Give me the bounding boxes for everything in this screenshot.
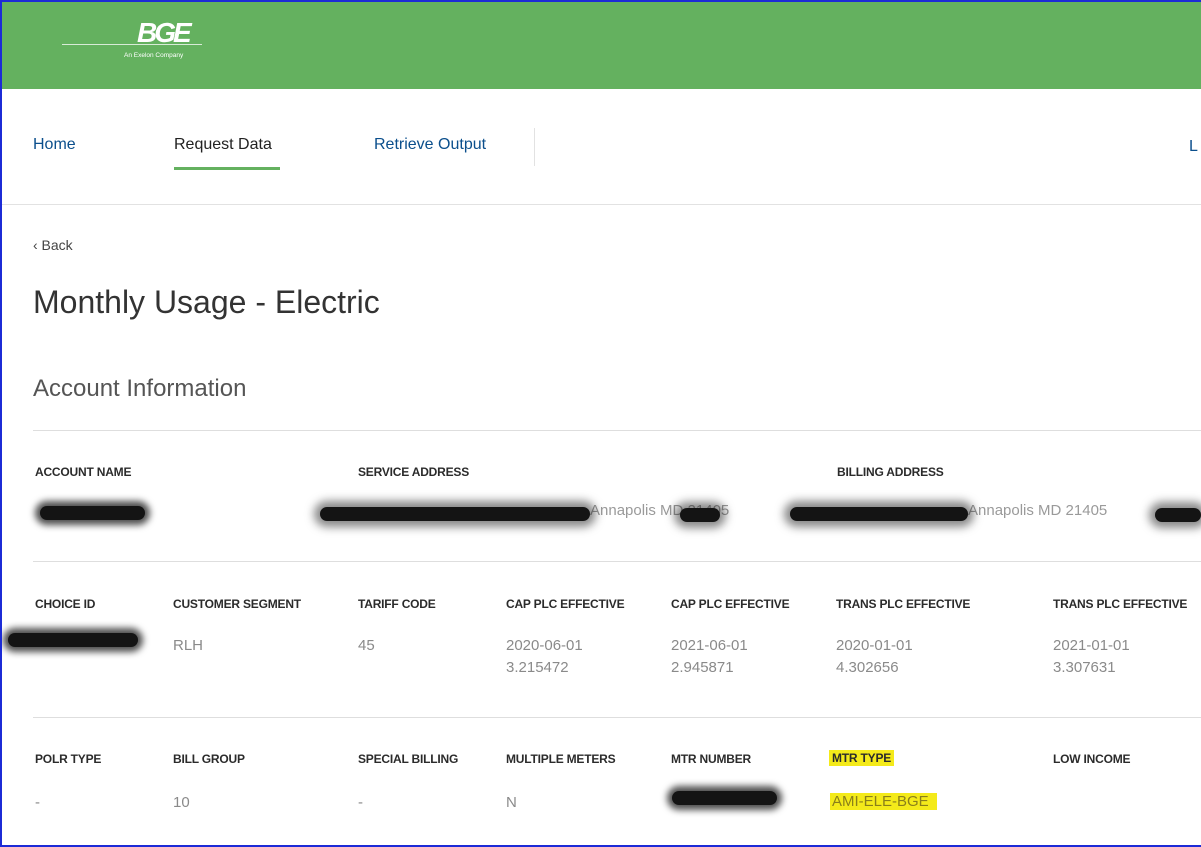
mtr-type-value: AMI-ELE-BGE bbox=[830, 791, 937, 812]
page-title: Monthly Usage - Electric bbox=[33, 284, 380, 320]
choice-id-redacted bbox=[8, 633, 138, 647]
nav-retrieve-output-link[interactable]: Retrieve Output bbox=[374, 136, 486, 154]
cap-plc-1-value: 3.215472 bbox=[506, 659, 569, 676]
mtr-type-value-highlight: AMI-ELE-BGE bbox=[830, 793, 937, 810]
bill-group-label: BILL GROUP bbox=[173, 752, 245, 766]
mtr-type-label-highlight: MTR TYPE bbox=[829, 750, 895, 766]
main-nav: Home Request Data Retrieve Output L bbox=[0, 89, 1201, 205]
billing-address-label: BILLING ADDRESS bbox=[837, 465, 944, 479]
nav-login-link[interactable]: L bbox=[1189, 138, 1198, 156]
divider bbox=[33, 561, 1201, 562]
mtr-type-label: MTR TYPE bbox=[829, 750, 895, 766]
multiple-meters-value: N bbox=[506, 794, 517, 811]
logo-divider-line bbox=[62, 44, 202, 45]
billing-address-redacted bbox=[790, 507, 968, 521]
tariff-code-value: 45 bbox=[358, 637, 375, 654]
tariff-code-label: TARIFF CODE bbox=[358, 597, 436, 611]
site-header: BGE An Exelon Company bbox=[0, 0, 1201, 89]
special-billing-label: SPECIAL BILLING bbox=[358, 752, 459, 766]
mtr-number-label: MTR NUMBER bbox=[671, 752, 751, 766]
customer-segment-label: CUSTOMER SEGMENT bbox=[173, 597, 301, 611]
billing-address-redacted-tail bbox=[1155, 508, 1201, 522]
bge-logo[interactable]: BGE An Exelon Company bbox=[62, 18, 202, 66]
account-name-redacted bbox=[40, 506, 145, 520]
choice-id-label: CHOICE ID bbox=[35, 597, 96, 611]
cap-plc-effective-label-1: CAP PLC EFFECTIVE bbox=[506, 597, 625, 611]
cap-plc-2-value: 2.945871 bbox=[671, 659, 734, 676]
back-link[interactable]: ‹ Back bbox=[33, 237, 73, 253]
section-title: Account Information bbox=[33, 375, 247, 402]
polr-type-label: POLR TYPE bbox=[35, 752, 102, 766]
billing-address-fragment: Annapolis MD 21405 bbox=[968, 502, 1108, 519]
nav-divider bbox=[534, 128, 535, 166]
service-address-label: SERVICE ADDRESS bbox=[358, 465, 470, 479]
service-address-redacted-tail bbox=[680, 508, 720, 522]
service-address-redacted bbox=[320, 507, 590, 521]
trans-plc-2-date: 2021-01-01 bbox=[1053, 637, 1130, 654]
nav-request-data-link[interactable]: Request Data bbox=[174, 136, 272, 154]
trans-plc-1-value: 4.302656 bbox=[836, 659, 899, 676]
nav-active-underline bbox=[174, 167, 280, 170]
cap-plc-2-date: 2021-06-01 bbox=[671, 637, 748, 654]
mtr-number-redacted bbox=[672, 791, 777, 805]
account-name-label: ACCOUNT NAME bbox=[35, 465, 132, 479]
trans-plc-effective-label-1: TRANS PLC EFFECTIVE bbox=[836, 597, 971, 611]
divider bbox=[33, 430, 1201, 431]
divider bbox=[33, 717, 1201, 718]
polr-type-value: - bbox=[35, 794, 40, 811]
trans-plc-1-date: 2020-01-01 bbox=[836, 637, 913, 654]
logo-tagline: An Exelon Company bbox=[124, 52, 184, 59]
multiple-meters-label: MULTIPLE METERS bbox=[506, 752, 616, 766]
bill-group-value: 10 bbox=[173, 794, 190, 811]
trans-plc-effective-label-2: TRANS PLC EFFECTIVE bbox=[1053, 597, 1188, 611]
special-billing-value: - bbox=[358, 794, 363, 811]
trans-plc-2-value: 3.307631 bbox=[1053, 659, 1116, 676]
customer-segment-value: RLH bbox=[173, 637, 204, 654]
cap-plc-1-date: 2020-06-01 bbox=[506, 637, 583, 654]
nav-home-link[interactable]: Home bbox=[33, 136, 76, 154]
low-income-label: LOW INCOME bbox=[1053, 752, 1131, 766]
cap-plc-effective-label-2: CAP PLC EFFECTIVE bbox=[671, 597, 790, 611]
